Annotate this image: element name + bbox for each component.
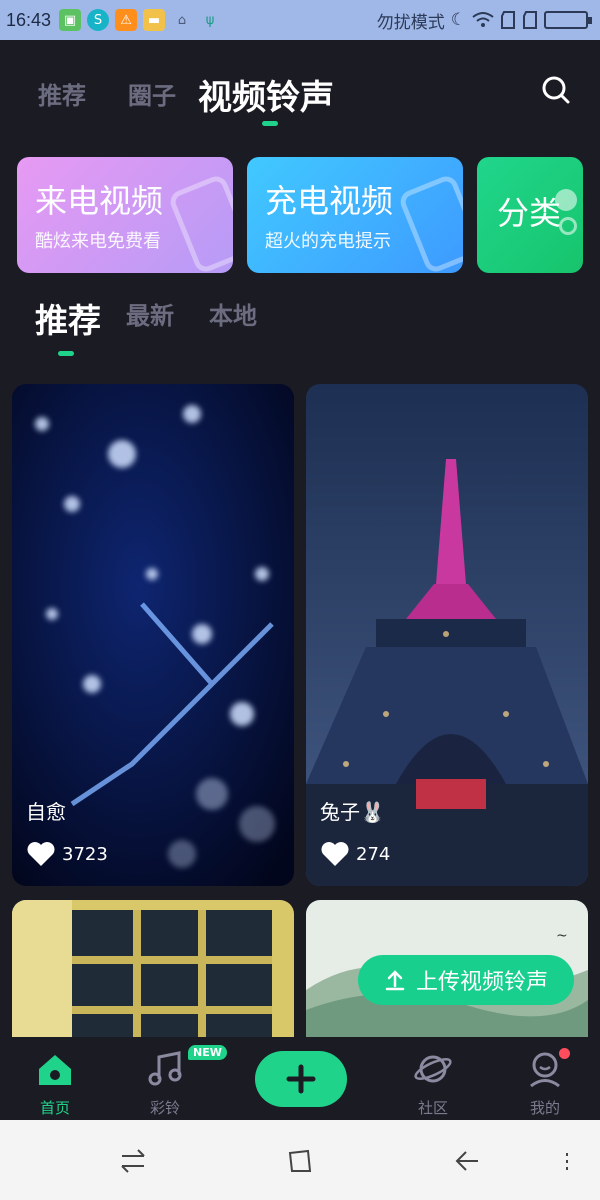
home-square-icon[interactable] [285, 1146, 315, 1176]
wifi-icon [472, 12, 494, 27]
dnd-label: 勿扰模式 [376, 12, 445, 33]
nav-label: 彩铃 [149, 1099, 180, 1117]
calligraphy-mark: ~ [556, 928, 568, 944]
upload-video-ringtone-button[interactable]: 上传视频铃声 [358, 955, 574, 1005]
plus-icon [286, 1064, 316, 1094]
music-icon [148, 1051, 182, 1086]
video-tile[interactable] [12, 900, 294, 1040]
nav-home[interactable]: 首页 [15, 1051, 95, 1118]
like-count-value: 274 [356, 843, 391, 865]
nav-label: 我的 [529, 1099, 560, 1117]
status-bar: 16:43 ▣ S ⚠ ▬ ⌂ ψ 勿扰模式 ☾ [0, 0, 600, 40]
nav-label: 社区 [417, 1099, 448, 1117]
charging-video-card[interactable]: 充电视频 超火的充电提示 [247, 157, 463, 273]
system-nav-bar [0, 1120, 600, 1200]
subtab-local[interactable]: 本地 [209, 296, 257, 331]
nav-mine[interactable]: 我的 [505, 1051, 585, 1118]
new-badge: NEW [188, 1045, 227, 1060]
warning-icon: ⚠ [115, 9, 138, 31]
video-title: 自愈 [26, 800, 66, 824]
heart-icon[interactable] [26, 841, 56, 867]
status-bar-left: 16:43 ▣ S ⚠ ▬ ⌂ ψ [6, 9, 221, 31]
subtab-indicator [58, 351, 74, 356]
broom-icon: ⌂ [177, 12, 187, 28]
video-tile[interactable]: 兔子🐰 274 [306, 384, 588, 886]
menu-dots-icon[interactable] [552, 1146, 582, 1176]
category-icon [555, 189, 577, 211]
create-button[interactable] [255, 1051, 347, 1107]
folder-icon: ▬ [143, 9, 166, 31]
video-tile[interactable]: 自愈 3723 [12, 384, 294, 886]
signal-icon-2 [523, 11, 537, 29]
sogou-icon: S [87, 9, 110, 31]
nav-community[interactable]: 社区 [393, 1051, 473, 1118]
battery-icon [544, 11, 592, 29]
switch-apps-icon[interactable] [118, 1146, 148, 1176]
status-bar-right: 勿扰模式 ☾ [376, 8, 592, 33]
subtab-recommend[interactable]: 推荐 [35, 294, 101, 342]
incoming-call-video-card[interactable]: 来电视频 酷炫来电免费看 [17, 157, 233, 273]
status-time: 16:43 [6, 9, 52, 30]
like-count: 3723 [26, 841, 108, 867]
home-icon [39, 1055, 71, 1085]
usb-icon: ψ [205, 12, 215, 28]
top-tab-indicator [262, 121, 278, 126]
video-thumbnail-window [12, 900, 294, 1040]
notification-dot [559, 1048, 570, 1059]
like-count-value: 3723 [62, 843, 108, 865]
tab-circle[interactable]: 圈子 [128, 76, 176, 111]
planet-icon [414, 1055, 452, 1083]
upload-icon [385, 970, 405, 991]
heart-icon[interactable] [320, 841, 350, 867]
search-icon[interactable] [542, 76, 570, 104]
category-icon-2 [559, 217, 577, 235]
subtab-latest[interactable]: 最新 [126, 296, 174, 331]
category-card[interactable]: 分类 [477, 157, 583, 273]
tab-video-ringtone[interactable]: 视频铃声 [198, 70, 334, 119]
top-tabs: 推荐 圈子 视频铃声 [0, 40, 600, 140]
moon-icon: ☾ [450, 10, 466, 30]
upload-label: 上传视频铃声 [415, 970, 548, 995]
bottom-nav: 首页 彩铃 NEW 社区 我的 [0, 1037, 600, 1120]
video-title: 兔子🐰 [320, 800, 385, 824]
back-arrow-icon[interactable] [452, 1146, 482, 1176]
like-count: 274 [320, 841, 390, 867]
signal-icon [501, 11, 515, 29]
bag-icon: ▣ [59, 9, 82, 31]
nav-ringtone[interactable]: 彩铃 [125, 1051, 205, 1118]
tab-recommend[interactable]: 推荐 [38, 76, 86, 111]
nav-label: 首页 [39, 1099, 70, 1117]
